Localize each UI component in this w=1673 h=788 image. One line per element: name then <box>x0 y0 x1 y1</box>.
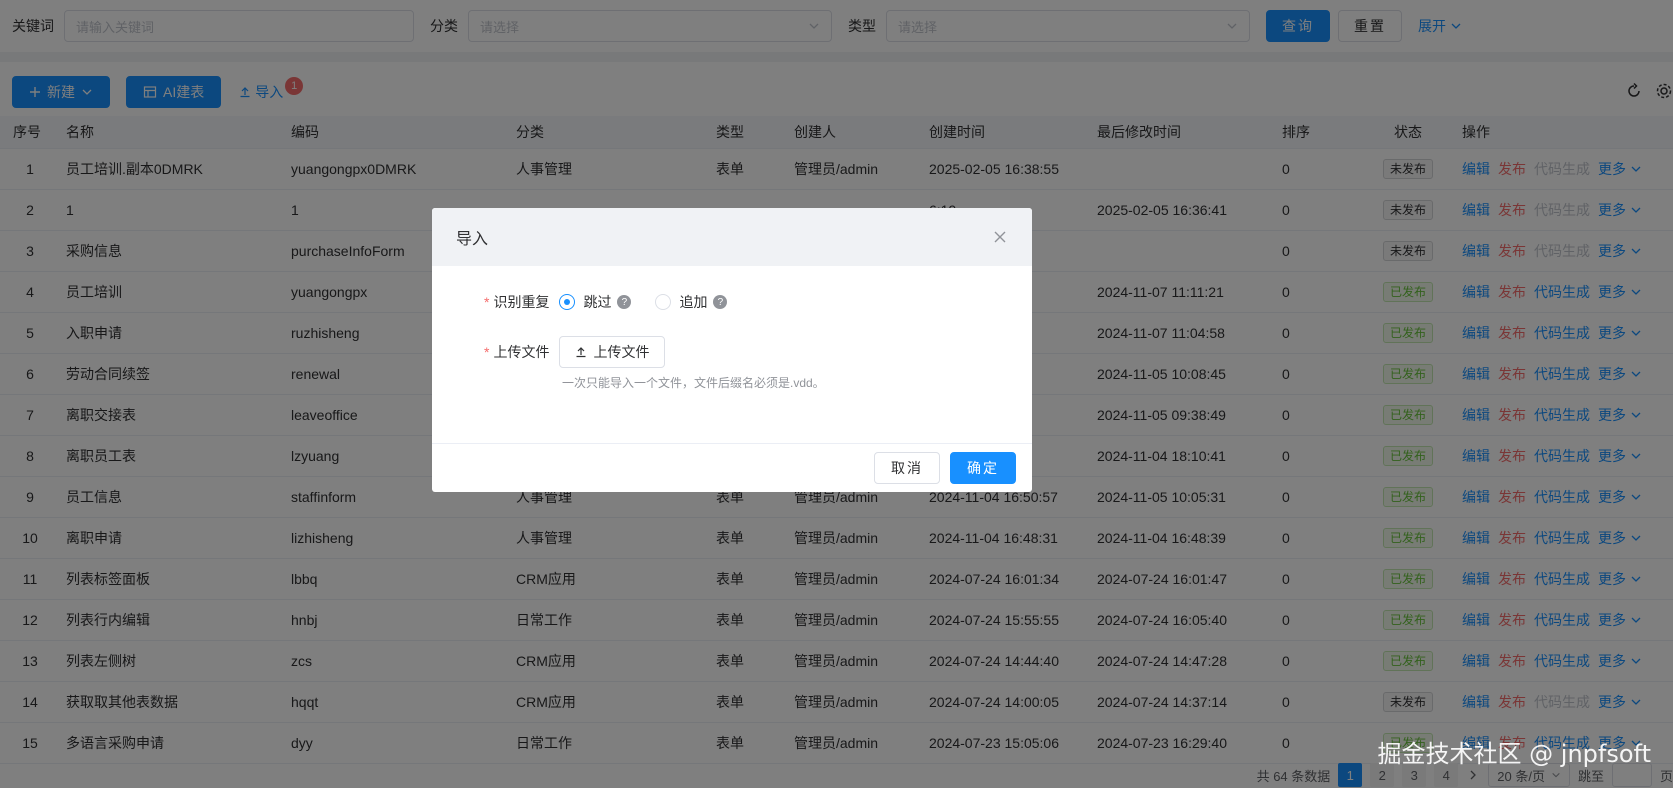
dialog-title: 导入 <box>456 231 489 248</box>
upload-button-label: 上传文件 <box>593 344 650 360</box>
radio-append-label: 追加 <box>679 294 708 310</box>
required-mark: * <box>484 294 490 310</box>
radio-append-circle[interactable] <box>655 294 672 310</box>
cancel-button[interactable]: 取消 <box>874 452 940 484</box>
upload-row: * 上传文件 上传文件 <box>484 336 666 368</box>
radio-skip-circle[interactable] <box>559 294 576 310</box>
radio-skip[interactable]: 跳过 ? <box>559 292 632 312</box>
close-icon[interactable] <box>992 229 1008 245</box>
radio-skip-label: 跳过 <box>583 294 612 310</box>
upload-icon <box>576 347 586 358</box>
import-dialog: 导入 * 识别重复 跳过 ? 追加 ? * 上传文件 上传文件 一次只能导入一个… <box>432 208 1032 492</box>
dialog-footer: 取消 确定 <box>432 444 1032 492</box>
upload-label: 上传文件 <box>493 344 550 360</box>
watermark: 掘金技术社区 @ jnpfsoft <box>1377 740 1651 768</box>
help-icon: ? <box>617 295 632 309</box>
dialog-header: 导入 <box>432 208 1032 266</box>
help-icon: ? <box>713 295 728 309</box>
radio-append[interactable]: 追加 ? <box>655 292 728 312</box>
dialog-body: * 识别重复 跳过 ? 追加 ? * 上传文件 上传文件 一次只能导入一个文件，… <box>432 266 1032 444</box>
dup-label: 识别重复 <box>493 294 550 310</box>
upload-file-button[interactable]: 上传文件 <box>559 336 666 368</box>
required-mark: * <box>484 344 490 360</box>
upload-hint: 一次只能导入一个文件，文件后缀名必须是.vdd。 <box>562 376 825 390</box>
dup-row: * 识别重复 跳过 ? 追加 ? <box>484 292 728 312</box>
confirm-button[interactable]: 确定 <box>950 452 1016 484</box>
